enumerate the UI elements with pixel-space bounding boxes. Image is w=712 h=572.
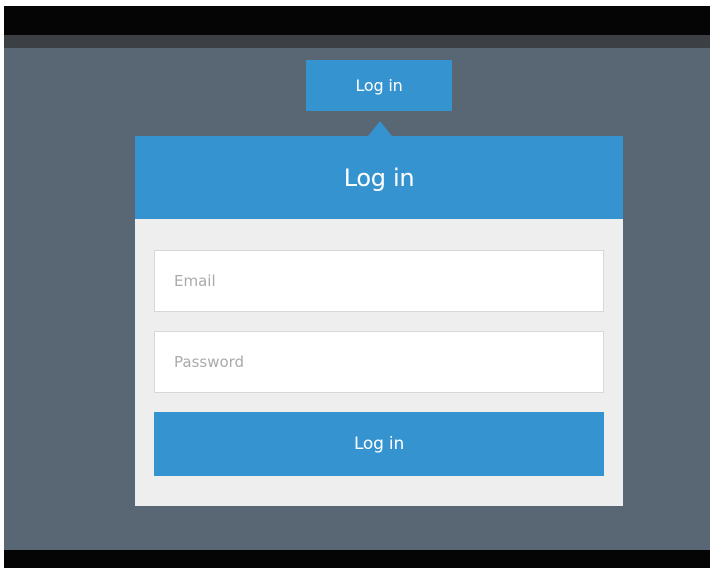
login-toggle-button[interactable]: Log in	[306, 60, 452, 111]
login-submit-button[interactable]: Log in	[154, 412, 604, 476]
bottom-letterbox	[4, 550, 710, 568]
popover-arrow	[368, 121, 392, 136]
login-panel-header: Log in	[135, 136, 623, 219]
video-frame: Log in Log in Log in	[0, 0, 712, 572]
login-panel: Log in Log in	[135, 136, 623, 506]
email-field[interactable]	[154, 250, 604, 312]
top-divider	[4, 35, 710, 48]
login-panel-title: Log in	[343, 163, 415, 192]
top-letterbox	[4, 6, 710, 35]
password-field[interactable]	[154, 331, 604, 393]
